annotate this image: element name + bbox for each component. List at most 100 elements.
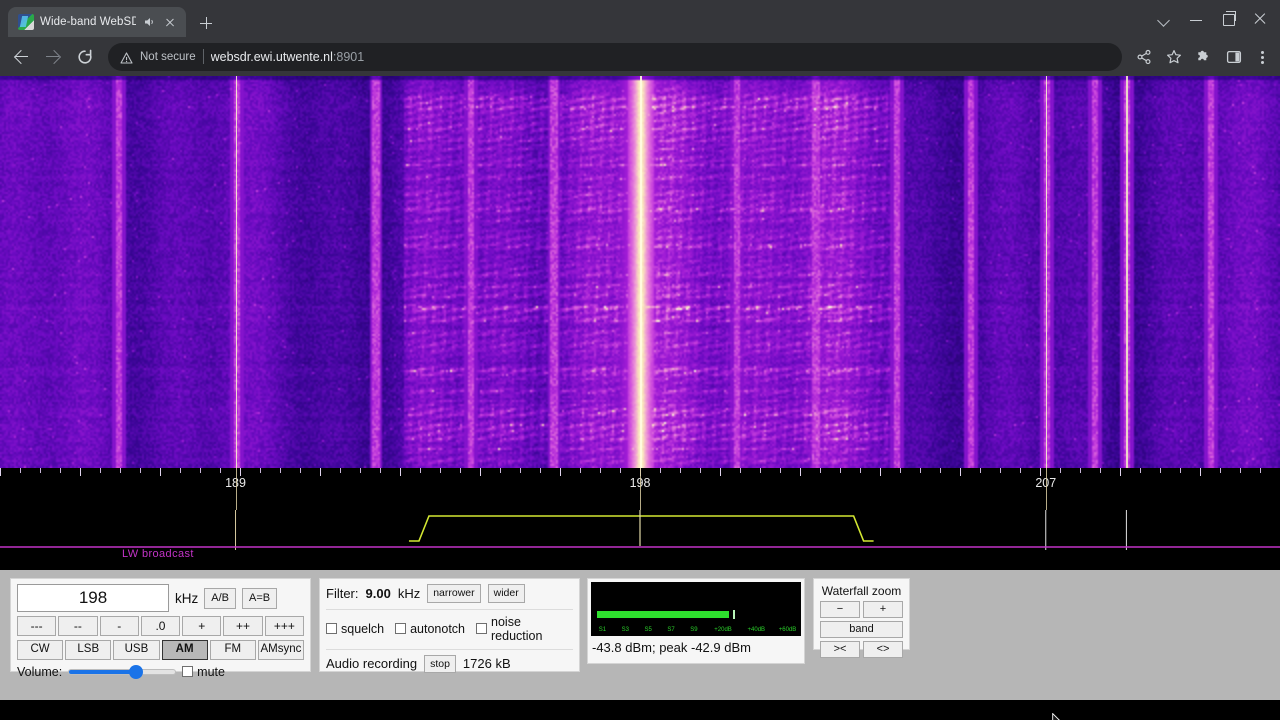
zoom-minus-plus-row: − + bbox=[820, 601, 903, 618]
freq-step-button-4[interactable]: + bbox=[182, 616, 222, 636]
freq-tick bbox=[1040, 468, 1041, 476]
smeter-scale-tick: S7 bbox=[667, 627, 675, 633]
squelch-checkbox-group[interactable]: squelch bbox=[326, 622, 384, 636]
mute-checkbox-group[interactable]: mute bbox=[182, 665, 225, 679]
tab-close-icon[interactable] bbox=[162, 14, 178, 30]
mode-button-fm[interactable]: FM bbox=[209, 640, 256, 660]
freq-tick bbox=[320, 468, 321, 476]
freq-tick bbox=[860, 468, 861, 473]
freq-tick bbox=[820, 468, 821, 473]
recording-label: Audio recording bbox=[326, 656, 418, 672]
mute-checkbox[interactable] bbox=[182, 666, 194, 677]
window-controls bbox=[1148, 0, 1276, 37]
noise-reduction-checkbox-group[interactable]: noise reduction bbox=[476, 615, 573, 643]
tuning-panel: 198 kHz A/B A=B --- -- - .0 + ++ +++ CW LSB USB A… bbox=[10, 578, 311, 679]
webpage-content: 189 198 207 LW broadcast ISL RÚV Rás 1/2… bbox=[0, 76, 1280, 720]
window-close-icon[interactable] bbox=[1244, 5, 1276, 33]
browser-titlebar: Wide-band WebSDR in Ensc bbox=[0, 0, 1280, 37]
zoom-out-button[interactable]: − bbox=[820, 601, 860, 618]
smeter-scale-tick: S1 bbox=[598, 627, 607, 633]
star-icon[interactable] bbox=[1160, 43, 1188, 71]
waterfall-marker-tuned bbox=[640, 76, 642, 468]
mode-button-usb[interactable]: USB bbox=[113, 640, 160, 660]
freq-step-button-3[interactable]: .0 bbox=[140, 616, 181, 636]
mode-button-amsync[interactable]: AMsync bbox=[257, 640, 305, 660]
freq-guide-line bbox=[640, 468, 641, 510]
noise-reduction-label: noise reduction bbox=[491, 614, 543, 643]
freq-tick bbox=[240, 468, 241, 476]
reload-icon[interactable] bbox=[70, 42, 100, 72]
ab-button[interactable]: A/B bbox=[204, 587, 236, 609]
band-name-label: LW broadcast bbox=[122, 548, 194, 560]
browser-tab[interactable]: Wide-band WebSDR in Ensc bbox=[8, 7, 186, 37]
zoom-band-button[interactable]: band bbox=[820, 621, 903, 638]
noise-reduction-checkbox[interactable] bbox=[476, 623, 488, 634]
waterfall-marker-mongolia bbox=[1126, 76, 1128, 468]
new-tab-button[interactable] bbox=[192, 9, 220, 37]
freq-tick bbox=[20, 468, 21, 473]
zoom-in-button[interactable]: + bbox=[863, 601, 903, 618]
browser-toolbar: Not secure websdr.ewi.utwente.nl:8901 bbox=[0, 37, 1280, 76]
chevron-down-icon[interactable] bbox=[1148, 5, 1180, 33]
volume-slider[interactable] bbox=[68, 664, 177, 679]
zoom-wide-button[interactable]: <> bbox=[863, 641, 903, 658]
zoom-narrow-button[interactable]: >< bbox=[820, 641, 860, 658]
puzzle-piece-icon[interactable] bbox=[1190, 43, 1218, 71]
freq-step-button-2[interactable]: - bbox=[99, 616, 139, 636]
freq-tick bbox=[1260, 468, 1261, 473]
narrower-button[interactable]: narrower bbox=[427, 584, 481, 603]
frequency-input[interactable]: 198 bbox=[17, 584, 169, 612]
squelch-label: squelch bbox=[341, 621, 385, 636]
three-dot-menu-icon[interactable] bbox=[1250, 43, 1274, 71]
forward-arrow-icon[interactable] bbox=[38, 42, 68, 72]
smeter-scale: S1 S3 S5 S7 S9 +20dB +40dB +60dB bbox=[592, 623, 800, 633]
maximize-icon[interactable] bbox=[1212, 5, 1244, 33]
freq-tick bbox=[620, 468, 621, 473]
mode-button-cw[interactable]: CW bbox=[17, 640, 64, 660]
a-equals-b-button[interactable]: A=B bbox=[241, 587, 278, 609]
back-arrow-icon[interactable] bbox=[6, 42, 36, 72]
freq-tick bbox=[200, 468, 201, 473]
smeter-scale-tick: S3 bbox=[621, 627, 629, 633]
freq-tick bbox=[220, 468, 221, 473]
minimize-icon[interactable] bbox=[1180, 5, 1212, 33]
wider-button[interactable]: wider bbox=[487, 584, 525, 603]
address-bar[interactable]: Not secure websdr.ewi.utwente.nl:8901 bbox=[108, 42, 1122, 71]
freq-tick bbox=[900, 468, 901, 473]
autonotch-checkbox[interactable] bbox=[395, 623, 407, 634]
freq-tick bbox=[140, 468, 141, 473]
freq-tick bbox=[1140, 468, 1141, 473]
freq-tick bbox=[160, 468, 161, 476]
smeter-reading: -43.8 dBm; peak -42.9 dBm bbox=[592, 640, 751, 655]
control-panel-area: 198 kHz A/B A=B --- -- - .0 + ++ +++ CW LSB USB A… bbox=[0, 570, 1280, 720]
freq-tick bbox=[60, 468, 61, 473]
speaker-playing-icon[interactable] bbox=[142, 15, 156, 29]
freq-step-button-6[interactable]: +++ bbox=[264, 616, 304, 636]
mode-button-lsb[interactable]: LSB bbox=[65, 640, 112, 660]
tab-strip: Wide-band WebSDR in Ensc bbox=[0, 0, 220, 37]
freq-step-button-5[interactable]: ++ bbox=[223, 616, 263, 636]
freq-tick bbox=[1160, 468, 1161, 473]
squelch-checkbox[interactable] bbox=[326, 623, 337, 634]
browser-window: Wide-band WebSDR in Ensc bbox=[0, 0, 1280, 720]
freq-tick bbox=[1200, 468, 1201, 476]
audio-recording-row: Audio recording stop 1726 kB bbox=[326, 654, 573, 673]
frequency-scale[interactable]: 189 198 207 bbox=[0, 468, 1280, 510]
autonotch-checkbox-group[interactable]: autonotch bbox=[395, 622, 465, 636]
side-panel-icon[interactable] bbox=[1220, 43, 1248, 71]
freq-tick bbox=[1240, 468, 1241, 473]
freq-tick bbox=[540, 468, 541, 473]
mode-button-am[interactable]: AM bbox=[161, 640, 208, 660]
autonotch-label: autonotch bbox=[410, 621, 466, 636]
waterfall-display[interactable] bbox=[0, 76, 1280, 468]
omnibox-divider bbox=[202, 49, 204, 64]
filter-divider-2 bbox=[326, 648, 573, 650]
security-status-text: Not secure bbox=[140, 50, 196, 63]
frequency-row: 198 kHz A/B A=B bbox=[17, 584, 304, 612]
zoom-pan-row: >< <> bbox=[820, 641, 903, 658]
stop-recording-button[interactable]: stop bbox=[424, 654, 456, 673]
share-icon[interactable] bbox=[1130, 43, 1158, 71]
volume-slider-knob[interactable] bbox=[129, 664, 144, 679]
freq-step-button-1[interactable]: -- bbox=[58, 616, 98, 636]
freq-step-button-0[interactable]: --- bbox=[17, 616, 57, 636]
